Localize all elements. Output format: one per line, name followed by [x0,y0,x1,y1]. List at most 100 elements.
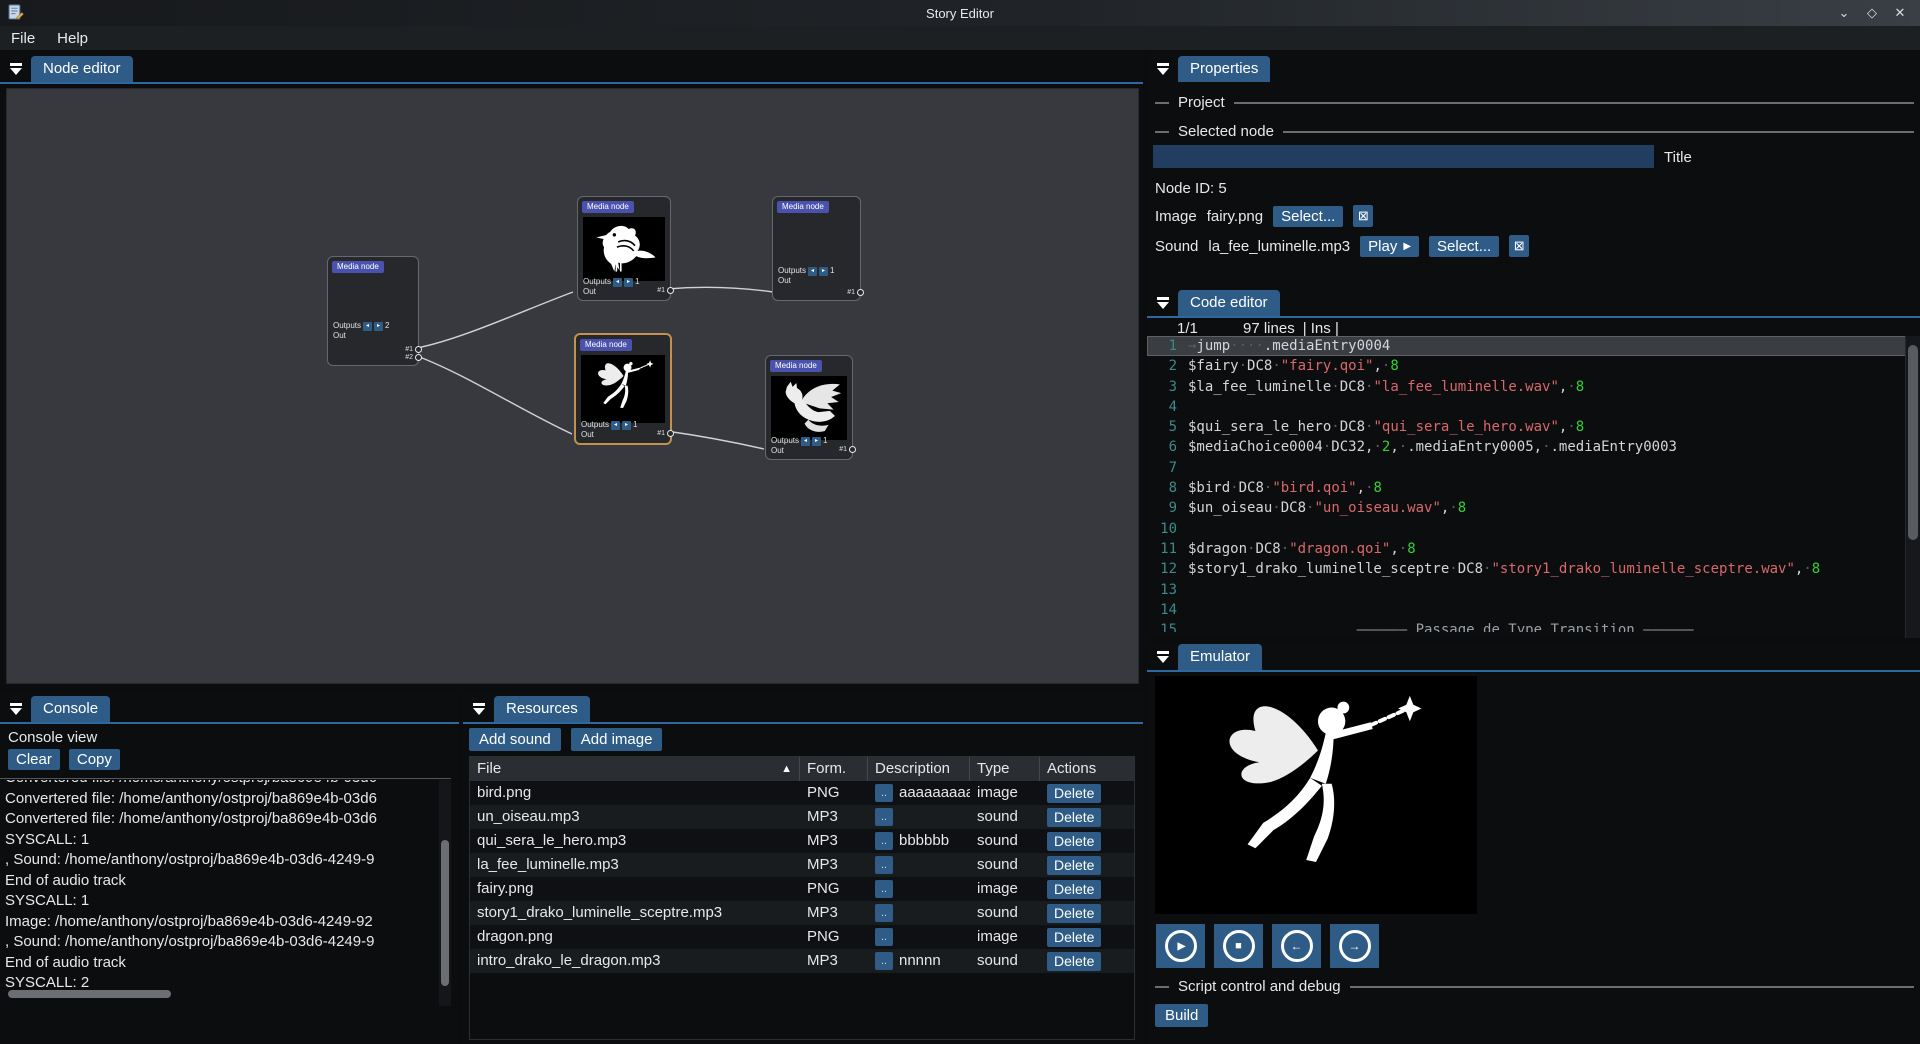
code-text-area[interactable]: 1→jump····.mediaEntry00042$fairy·DC8·"fa… [1147,336,1906,632]
collapse-icon[interactable] [472,703,486,715]
collapse-icon[interactable] [1156,651,1170,663]
close-button[interactable]: ✕ [1886,5,1914,21]
delete-button[interactable]: Delete [1047,856,1101,875]
maximize-button[interactable]: ◇ [1858,5,1886,21]
delete-button[interactable]: Delete [1047,952,1101,971]
node-media-fairy[interactable]: Media node Outputs ◂ ▸ 1 Out #1 [574,333,672,445]
code-line[interactable]: 14 [1147,600,1906,620]
tab-properties[interactable]: Properties [1178,56,1270,82]
tab-node-editor[interactable]: Node editor [31,56,133,82]
emulator-stop-button[interactable]: ■ [1214,924,1263,968]
clear-button[interactable]: Clear [8,749,60,770]
code-line[interactable]: 4 [1147,397,1906,417]
output-pin[interactable] [667,287,674,294]
resource-row[interactable]: un_oiseau.mp3MP3..soundDelete [470,805,1134,829]
edit-description-button[interactable]: .. [875,784,893,802]
outputs-increment-button[interactable]: ▸ [374,322,383,331]
edit-description-button[interactable]: .. [875,952,893,970]
delete-button[interactable]: Delete [1047,832,1101,851]
node-canvas[interactable]: Media node Outputs ◂ ▸ 2 Out #1 #2 Media… [6,88,1139,684]
resource-row[interactable]: fairy.pngPNG..imageDelete [470,877,1134,901]
resource-row[interactable]: la_fee_luminelle.mp3MP3..soundDelete [470,853,1134,877]
code-line[interactable]: 7 [1147,458,1906,478]
code-line[interactable]: 11$dragon·DC8·"dragon.qoi",·8 [1147,539,1906,559]
resource-row[interactable]: story1_drako_luminelle_sceptre.mp3MP3..s… [470,901,1134,925]
outputs-decrement-button[interactable]: ◂ [808,267,817,276]
outputs-increment-button[interactable]: ▸ [819,267,828,276]
console-vertical-scrollbar-thumb[interactable] [441,840,449,986]
column-header-actions[interactable]: Actions [1040,757,1132,781]
image-select-button[interactable]: Select... [1273,206,1343,227]
code-line[interactable]: 5$qui_sera_le_hero·DC8·"qui_sera_le_hero… [1147,417,1906,437]
resource-row[interactable]: qui_sera_le_hero.mp3MP3..bbbbbbsoundDele… [470,829,1134,853]
menu-file[interactable]: File [0,30,46,47]
output-pin[interactable] [849,446,856,453]
code-line[interactable]: 15 —————— Passage de Type Transition ———… [1147,620,1906,632]
node-media-start[interactable]: Media node Outputs ◂ ▸ 2 Out #1 #2 [327,256,419,366]
delete-button[interactable]: Delete [1047,808,1101,827]
outputs-increment-button[interactable]: ▸ [624,278,633,287]
edit-description-button[interactable]: .. [875,856,893,874]
delete-button[interactable]: Delete [1047,784,1101,803]
console-horizontal-scrollbar-thumb[interactable] [8,990,171,998]
add-sound-button[interactable]: Add sound [469,728,561,751]
collapse-icon[interactable] [1156,63,1170,75]
outputs-decrement-button[interactable]: ◂ [363,322,372,331]
outputs-increment-button[interactable]: ▸ [812,437,821,446]
collapse-icon[interactable] [9,703,23,715]
copy-button[interactable]: Copy [69,749,120,770]
edit-description-button[interactable]: .. [875,904,893,922]
code-line[interactable]: 3$la_fee_luminelle·DC8·"la_fee_luminelle… [1147,377,1906,397]
code-line[interactable]: 12$story1_drako_luminelle_sceptre·DC8·"s… [1147,559,1906,579]
column-header-format[interactable]: Form. [800,757,868,781]
delete-button[interactable]: Delete [1047,928,1101,947]
title-input[interactable] [1153,145,1654,168]
collapse-icon[interactable] [1156,297,1170,309]
edit-description-button[interactable]: .. [875,880,893,898]
code-line[interactable]: 10 [1147,519,1906,539]
emulator-step-forward-button[interactable]: → [1330,924,1379,968]
edit-description-button[interactable]: .. [875,928,893,946]
tab-resources[interactable]: Resources [494,696,590,722]
resource-row[interactable]: intro_drako_le_dragon.mp3MP3..nnnnnsound… [470,949,1134,973]
tab-console[interactable]: Console [31,696,110,722]
sound-play-button[interactable]: Play▶ [1360,236,1419,257]
delete-button[interactable]: Delete [1047,880,1101,899]
outputs-decrement-button[interactable]: ◂ [613,278,622,287]
output-pin[interactable] [415,354,422,361]
tab-code-editor[interactable]: Code editor [1178,290,1280,316]
edit-description-button[interactable]: .. [875,832,893,850]
code-scrollbar-thumb[interactable] [1908,345,1918,540]
build-button[interactable]: Build [1155,1004,1208,1027]
delete-button[interactable]: Delete [1047,904,1101,923]
outputs-decrement-button[interactable]: ◂ [611,421,620,430]
column-header-type[interactable]: Type [970,757,1040,781]
output-pin[interactable] [857,289,864,296]
resource-row[interactable]: bird.pngPNG..aaaaaaaaaimageDelete [470,781,1134,805]
code-line[interactable]: 13 [1147,580,1906,600]
emulator-step-back-button[interactable]: ← [1272,924,1321,968]
code-line[interactable]: 2$fairy·DC8·"fairy.qoi",·8 [1147,356,1906,376]
tab-emulator[interactable]: Emulator [1178,644,1262,670]
code-line[interactable]: 9$un_oiseau·DC8·"un_oiseau.wav",·8 [1147,498,1906,518]
minimize-button[interactable]: ⌄ [1830,5,1858,21]
node-media-empty[interactable]: Media node Outputs ◂ ▸ 1 Out #1 [772,196,861,301]
collapse-icon[interactable] [9,63,23,75]
emulator-play-button[interactable]: ▶ [1156,924,1205,968]
menu-help[interactable]: Help [46,30,99,47]
output-pin[interactable] [415,346,422,353]
sound-select-button[interactable]: Select... [1429,236,1499,257]
image-clear-button[interactable]: ⊠ [1353,205,1373,227]
code-line[interactable]: 1→jump····.mediaEntry0004 [1147,336,1906,356]
node-media-bird[interactable]: Media node Outputs ◂ ▸ 1 Out #1 [577,196,671,301]
add-image-button[interactable]: Add image [571,728,663,751]
edit-description-button[interactable]: .. [875,808,893,826]
outputs-increment-button[interactable]: ▸ [622,421,631,430]
resource-row[interactable]: dragon.pngPNG..imageDelete [470,925,1134,949]
code-line[interactable]: 8$bird·DC8·"bird.qoi",·8 [1147,478,1906,498]
outputs-decrement-button[interactable]: ◂ [801,437,810,446]
column-header-file[interactable]: File▲ [470,757,800,781]
code-line[interactable]: 6$mediaChoice0004·DC32,·2,·.mediaEntry00… [1147,437,1906,457]
console-output[interactable]: Convertered file: /home/anthony/ostproj/… [5,780,433,1012]
node-media-dragon[interactable]: Media node Outputs ◂ ▸ 1 Out #1 [765,355,853,460]
